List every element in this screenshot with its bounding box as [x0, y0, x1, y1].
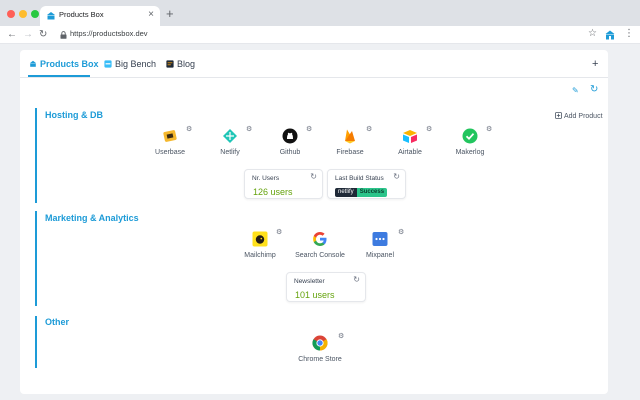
new-tab-button[interactable]: +	[166, 7, 174, 21]
blog-icon	[166, 60, 174, 68]
google-logo-icon	[313, 232, 327, 246]
gear-icon[interactable]: ⚙	[338, 332, 344, 340]
add-product-button[interactable]: Add Product	[555, 112, 603, 120]
tab-label: Products Box	[40, 59, 99, 69]
makerlog-logo-icon	[462, 128, 478, 144]
refresh-icon[interactable]: ↻	[353, 275, 360, 284]
userbase-logo-icon	[163, 130, 177, 142]
gear-icon[interactable]: ⚙	[398, 228, 404, 236]
product-name: Github	[279, 149, 301, 156]
box-icon	[47, 12, 55, 20]
gear-icon[interactable]: ⚙	[276, 228, 282, 236]
netlify-status-badge: netlify Success	[335, 188, 388, 197]
browser-toolbar: ← → ↻ https://productsbox.dev ☆ ⋮	[0, 26, 640, 44]
gear-icon[interactable]: ⚙	[366, 125, 372, 133]
metric-title: Last Build Status	[335, 175, 384, 182]
section-accent-bar	[35, 316, 37, 368]
refresh-icon[interactable]: ↻	[393, 172, 400, 181]
product-name: Mailchimp	[244, 252, 276, 259]
metric-value: 101 users	[295, 290, 335, 300]
tab-big-bench[interactable]: Big Bench	[104, 59, 156, 75]
forward-arrow-icon[interactable]: →	[23, 28, 33, 42]
chrome-logo-icon	[312, 335, 328, 351]
url-text: https://productsbox.dev	[70, 29, 148, 38]
lock-icon	[60, 31, 67, 39]
gear-icon[interactable]: ⚙	[246, 125, 252, 133]
section-title-marketing-analytics: Marketing & Analytics	[45, 213, 139, 223]
section-title-hosting-db: Hosting & DB	[45, 110, 103, 120]
section-accent-bar	[35, 108, 37, 203]
browser-tab[interactable]: Products Box ×	[40, 6, 160, 26]
product-search-console[interactable]: Search Console	[290, 231, 350, 259]
add-tab-button[interactable]: +	[592, 58, 598, 70]
box-icon	[29, 60, 37, 67]
metric-value: 126 users	[253, 187, 293, 197]
close-window-button[interactable]	[7, 10, 15, 18]
section-accent-bar	[35, 211, 37, 306]
edit-pencil-icon[interactable]: ✎	[572, 86, 579, 95]
mixpanel-logo-icon	[372, 232, 388, 246]
kebab-menu-icon[interactable]: ⋮	[624, 27, 634, 41]
product-name: Chrome Store	[298, 356, 342, 363]
close-tab-icon[interactable]: ×	[148, 9, 154, 21]
product-name: Mixpanel	[365, 252, 394, 259]
metric-title: Newsletter	[294, 278, 325, 285]
address-bar[interactable]: https://productsbox.dev	[56, 28, 576, 42]
maximize-window-button[interactable]	[31, 10, 39, 18]
minimize-window-button[interactable]	[19, 10, 27, 18]
badge-provider: netlify	[335, 188, 357, 197]
back-arrow-icon[interactable]: ←	[7, 28, 17, 42]
refresh-icon[interactable]: ↻	[310, 172, 317, 181]
metric-card-last-build-status: Last Build Status netlify Success ↻	[327, 169, 406, 199]
extension-icon[interactable]	[604, 29, 616, 41]
tab-products-box[interactable]: Products Box	[29, 59, 99, 75]
section-title-other: Other	[45, 317, 70, 327]
add-product-label: Add Product	[564, 113, 603, 120]
browser-tab-title: Products Box	[59, 10, 104, 19]
product-name: Userbase	[155, 149, 185, 156]
badge-status: Success	[356, 188, 388, 197]
reload-icon[interactable]: ↻	[39, 28, 47, 42]
tab-blog[interactable]: Blog	[166, 59, 195, 75]
mailchimp-logo-icon	[252, 231, 268, 247]
metric-title: Nr. Users	[252, 175, 280, 182]
add-box-icon	[555, 112, 562, 119]
tab-label: Big Bench	[115, 59, 157, 69]
star-icon[interactable]: ☆	[588, 27, 597, 41]
product-name: Firebase	[336, 149, 364, 156]
app-viewport: Products Box Big Bench Blog + ✎ ↻ Hostin…	[0, 44, 640, 400]
refresh-icon[interactable]: ↻	[590, 84, 598, 95]
tab-label: Blog	[177, 59, 196, 69]
tabs-divider	[20, 77, 608, 78]
gear-icon[interactable]: ⚙	[186, 125, 192, 133]
metric-card-nr-users: Nr. Users 126 users ↻	[244, 169, 323, 199]
gear-icon[interactable]: ⚙	[306, 125, 312, 133]
airtable-logo-icon	[403, 130, 417, 143]
metric-card-newsletter: Newsletter 101 users ↻	[286, 272, 366, 302]
gear-icon[interactable]: ⚙	[486, 125, 492, 133]
firebase-logo-icon	[345, 129, 355, 144]
product-name: Netlify	[220, 149, 240, 156]
product-name: Makerlog	[455, 149, 485, 156]
netlify-logo-icon	[223, 129, 237, 143]
browser-titlebar: Products Box × +	[0, 0, 640, 26]
product-name: Airtable	[398, 149, 422, 156]
bench-icon	[104, 60, 112, 68]
github-logo-icon	[282, 128, 298, 144]
products-box-panel: Products Box Big Bench Blog + ✎ ↻ Hostin…	[20, 50, 608, 394]
gear-icon[interactable]: ⚙	[426, 125, 432, 133]
product-name: Search Console	[295, 252, 345, 259]
